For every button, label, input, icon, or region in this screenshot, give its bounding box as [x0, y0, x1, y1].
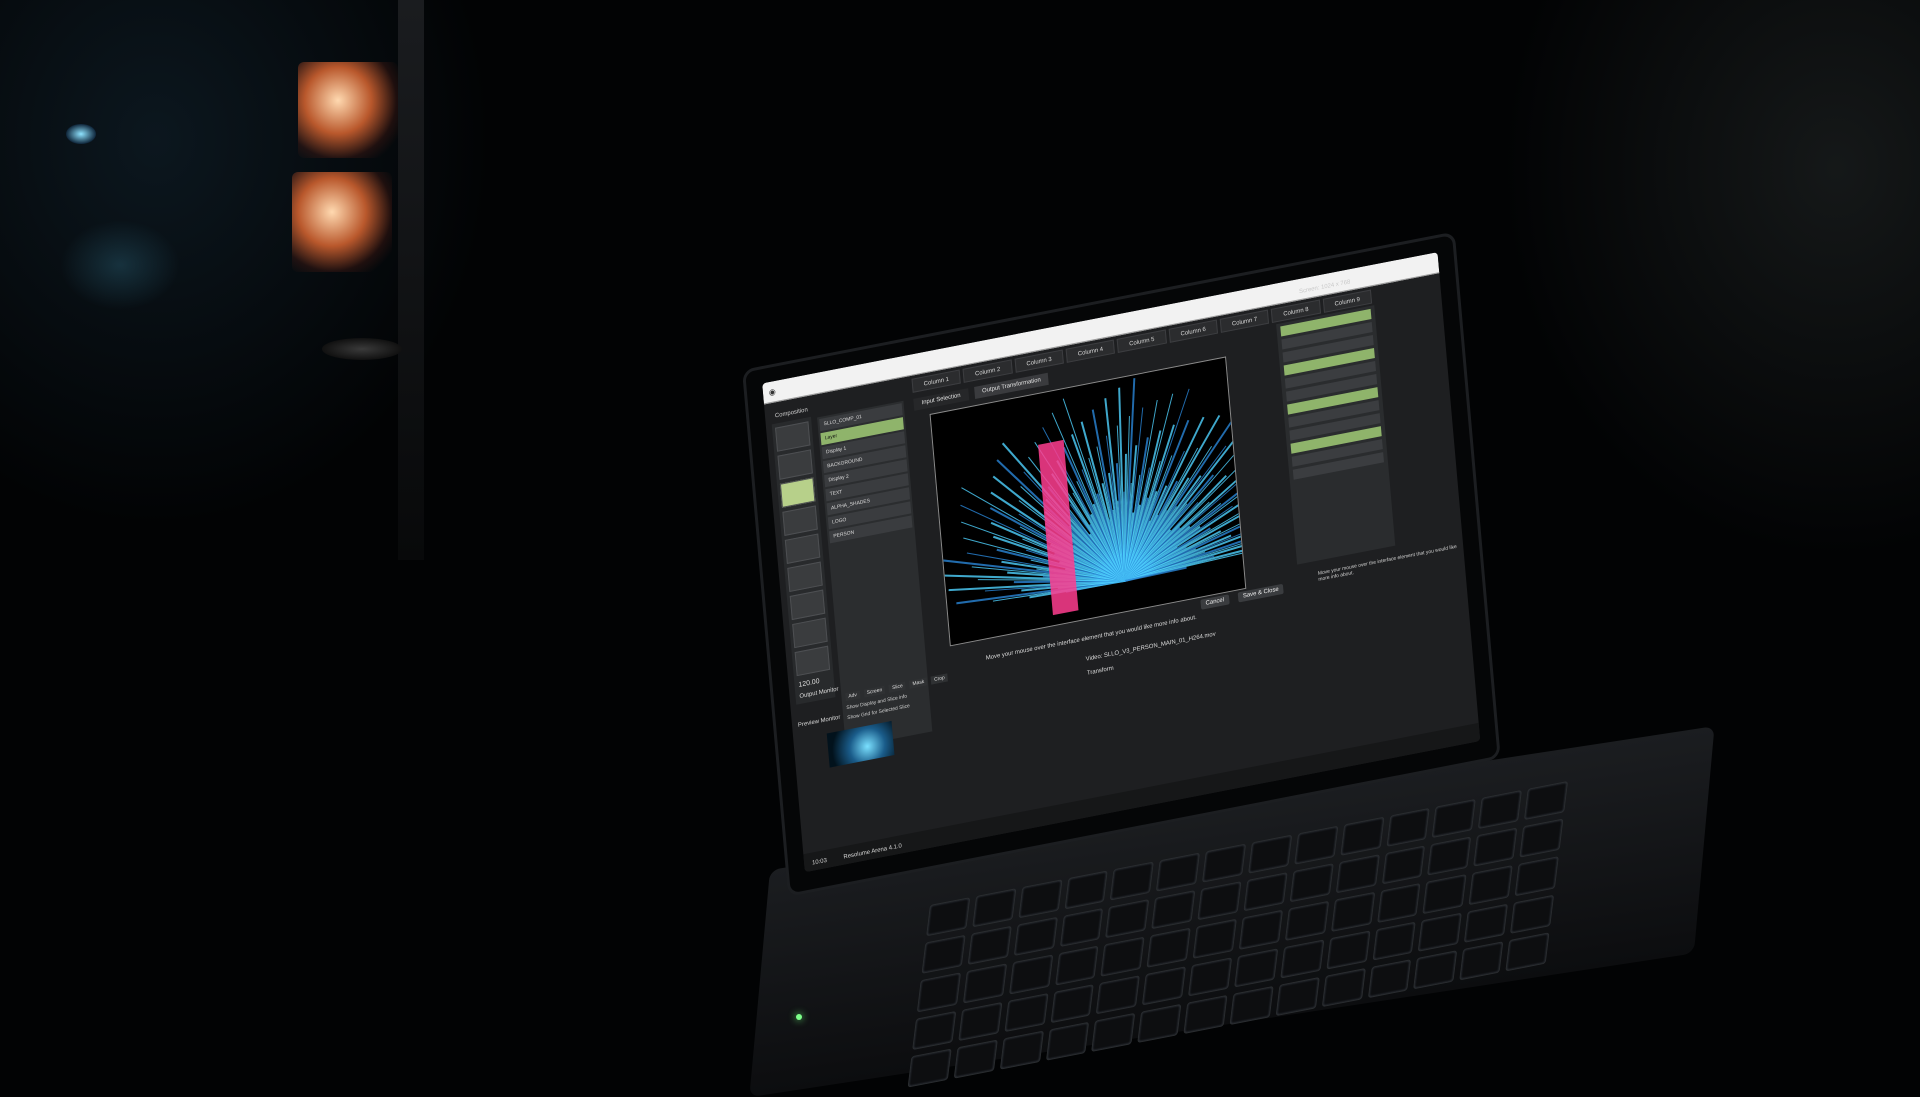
keyboard-key — [1096, 974, 1141, 1015]
power-led — [796, 1014, 802, 1020]
keyboard-key — [1427, 836, 1472, 876]
bowl — [322, 338, 402, 360]
keyboard-key — [1105, 899, 1150, 939]
keyboard-key — [1330, 892, 1375, 932]
keyboard-key — [1142, 965, 1187, 1006]
time-label: 10:03 — [811, 857, 828, 867]
clip-cell[interactable] — [794, 645, 831, 677]
keyboard-key — [921, 934, 966, 975]
keyboard-key — [1137, 1003, 1182, 1043]
pillar — [398, 0, 424, 560]
keyboard-key — [1284, 901, 1329, 941]
keyboard-key — [1192, 919, 1237, 959]
keyboard-key — [1326, 930, 1371, 970]
keyboard-key — [1100, 936, 1145, 977]
floor-glow — [60, 220, 180, 310]
keyboard-key — [1151, 890, 1196, 930]
keyboard-key — [1054, 945, 1099, 986]
clip-cell[interactable] — [792, 617, 828, 649]
visual-rays — [936, 378, 1246, 616]
blue-light — [66, 124, 96, 144]
keyboard-key — [1059, 908, 1104, 948]
keyboard-key — [1468, 865, 1513, 905]
transform-label[interactable]: Transform — [1087, 666, 1114, 677]
keyboard-key — [1197, 881, 1242, 921]
keyboard-key — [1519, 818, 1564, 859]
keyboard-key — [1280, 939, 1325, 979]
keyboard-key — [1243, 872, 1288, 912]
keyboard-key — [953, 1039, 998, 1079]
keyboard-key — [1234, 947, 1279, 988]
photo-scene: ◉ Screen: 1024 x 768 Column 1 Column 2 C… — [0, 0, 1920, 1097]
keyboard-key — [962, 963, 1007, 1004]
clip-cell[interactable] — [782, 505, 818, 536]
warm-light-top — [298, 62, 398, 158]
clip-cell[interactable] — [787, 561, 823, 593]
clip-cell[interactable] — [789, 589, 826, 621]
keyboard-key — [1013, 917, 1058, 957]
keyboard-key — [1376, 883, 1421, 923]
keyboard-key — [1183, 994, 1228, 1034]
warm-light-bottom — [292, 172, 392, 272]
keyboard-key — [1473, 827, 1518, 867]
keyboard-key — [1514, 856, 1559, 896]
keyboard-key — [1091, 1012, 1136, 1052]
output-viewer[interactable] — [929, 356, 1247, 647]
keyboard-key — [958, 1001, 1003, 1041]
keyboard-key — [1510, 894, 1555, 934]
keyboard-key — [1004, 992, 1049, 1032]
keyboard-key — [916, 972, 961, 1013]
laptop-screen: ◉ Screen: 1024 x 768 Column 1 Column 2 C… — [762, 252, 1481, 873]
app-version: Resolume Arena 4.1.0 — [843, 843, 903, 861]
right-wall — [1500, 0, 1920, 560]
keyboard-key — [1422, 874, 1467, 914]
mode-tab[interactable]: Crop — [930, 673, 949, 685]
keyboard-key — [912, 1010, 957, 1050]
preview-thumbnail — [826, 720, 895, 768]
clip-cell[interactable] — [777, 449, 813, 480]
menubar-icon[interactable]: ◉ — [769, 387, 777, 397]
keyboard-key — [1045, 1021, 1090, 1061]
keyboard-key — [1418, 912, 1463, 952]
keyboard-key — [1335, 854, 1380, 894]
properties-panel — [1276, 305, 1396, 565]
keyboard-key — [1381, 845, 1426, 885]
keyboard-key — [967, 926, 1012, 966]
clip-cell-active[interactable] — [779, 477, 816, 508]
keyboard-key — [999, 1030, 1044, 1070]
keyboard-key — [907, 1048, 952, 1088]
keyboard-key — [1146, 928, 1191, 968]
keyboard-key — [1238, 910, 1283, 950]
keyboard-key — [1188, 956, 1233, 997]
keyboard-key — [1050, 983, 1095, 1024]
keyboard-key — [1372, 921, 1417, 961]
keyboard-key — [1464, 903, 1509, 943]
keyboard-key — [1008, 954, 1053, 995]
clip-cell[interactable] — [775, 421, 811, 452]
clip-cell[interactable] — [784, 533, 821, 564]
preview-monitor-label: Preview Monitor — [797, 714, 841, 729]
keyboard-key — [1229, 985, 1274, 1026]
keyboard-key — [1289, 863, 1334, 903]
